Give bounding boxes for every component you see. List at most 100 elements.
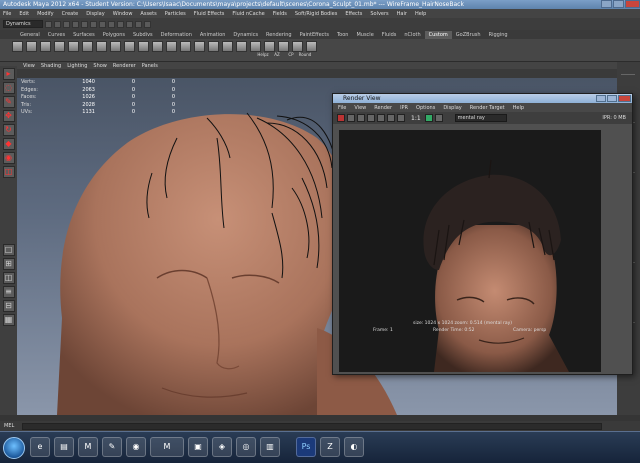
shelf-tool-icon[interactable]	[124, 41, 135, 52]
panel-menu-lighting[interactable]: Lighting	[67, 63, 87, 69]
layout-hypershade-icon[interactable]: ▦	[2, 314, 15, 326]
close-button[interactable]	[618, 95, 631, 102]
region-icon[interactable]	[367, 114, 375, 122]
tab-fluids[interactable]: Fluids	[378, 31, 401, 39]
app-icon[interactable]: ◈	[212, 437, 232, 457]
maya-window-icon[interactable]: M	[150, 437, 184, 457]
tab-general[interactable]: General	[16, 31, 44, 39]
layout-four-icon[interactable]: ⊞	[2, 258, 15, 270]
alpha-icon[interactable]	[397, 114, 405, 122]
layout-two-icon[interactable]: ◫	[2, 272, 15, 284]
shelf-tool-icon[interactable]	[222, 41, 233, 52]
menu-fluid-effects[interactable]: Fluid Effects	[194, 11, 225, 17]
rv-menu-render-target[interactable]: Render Target	[470, 105, 505, 111]
layout-graph-icon[interactable]: ⊟	[2, 300, 15, 312]
explorer-icon[interactable]: ▤	[54, 437, 74, 457]
menu-modify[interactable]: Modify	[37, 11, 54, 17]
panel-menu-view[interactable]: View	[23, 63, 35, 69]
select-object-icon[interactable]	[81, 20, 88, 28]
tab-polygons[interactable]: Polygons	[99, 31, 129, 39]
manipulator-icon[interactable]: ◉	[2, 152, 15, 164]
move-tool-icon[interactable]: ✥	[2, 110, 15, 122]
save-scene-icon[interactable]	[63, 20, 70, 28]
snapshot-icon[interactable]	[377, 114, 385, 122]
shelf-tool-icon[interactable]	[208, 41, 219, 52]
open-scene-icon[interactable]	[54, 20, 61, 28]
shelf-tool-icon[interactable]	[152, 41, 163, 52]
tab-subdivs[interactable]: Subdivs	[129, 31, 157, 39]
zbrush-icon[interactable]: Z	[320, 437, 340, 457]
mel-input[interactable]	[22, 422, 603, 430]
menu-particles[interactable]: Particles	[165, 11, 186, 17]
photoshop-icon[interactable]: Ps	[296, 437, 316, 457]
keep-image-icon[interactable]	[424, 114, 433, 122]
shelf-tool-icon[interactable]	[96, 41, 107, 52]
last-tool-icon[interactable]: ◫	[2, 166, 15, 178]
start-button[interactable]	[3, 437, 25, 459]
tab-muscle[interactable]: Muscle	[352, 31, 377, 39]
tab-curves[interactable]: Curves	[44, 31, 69, 39]
select-tool-icon[interactable]: ▸	[2, 68, 15, 80]
rv-menu-display[interactable]: Display	[443, 105, 461, 111]
new-scene-icon[interactable]	[45, 20, 52, 28]
rv-menu-view[interactable]: View	[354, 105, 366, 111]
shelf-tool-icon[interactable]	[292, 41, 303, 52]
redo-render-icon[interactable]	[337, 114, 345, 122]
minimize-button[interactable]	[596, 95, 606, 102]
remove-image-icon[interactable]	[434, 114, 443, 122]
mode-dropdown[interactable]: Dynamics	[3, 20, 43, 28]
shelf-tool-icon[interactable]	[306, 41, 317, 52]
paint-icon[interactable]: ✎	[102, 437, 122, 457]
tab-rigging[interactable]: Rigging	[485, 31, 512, 39]
panel-menu-renderer[interactable]: Renderer	[113, 63, 136, 69]
shelf-tool-icon[interactable]	[68, 41, 79, 52]
shelf-tool-icon[interactable]	[12, 41, 23, 52]
render-icon[interactable]	[126, 20, 133, 28]
rv-menu-options[interactable]: Options	[416, 105, 435, 111]
menu-hair[interactable]: Hair	[397, 11, 407, 17]
shelf-tool-icon[interactable]	[138, 41, 149, 52]
rotate-tool-icon[interactable]: ↻	[2, 124, 15, 136]
shelf-tool-icon[interactable]	[236, 41, 247, 52]
select-component-icon[interactable]	[90, 20, 97, 28]
menu-fluid-ncache[interactable]: Fluid nCache	[232, 11, 264, 17]
maya-icon[interactable]: M	[78, 437, 98, 457]
tab-custom[interactable]: Custom	[424, 31, 452, 39]
app-icon[interactable]: ▣	[188, 437, 208, 457]
shelf-tool-icon[interactable]	[54, 41, 65, 52]
shelf-tool-icon[interactable]	[180, 41, 191, 52]
lasso-tool-icon[interactable]: ◌	[2, 82, 15, 94]
rv-menu-help[interactable]: Help	[513, 105, 524, 111]
tab-deformation[interactable]: Deformation	[157, 31, 196, 39]
menu-effects[interactable]: Effects	[345, 11, 362, 17]
real-size-ratio[interactable]: 1:1	[411, 115, 421, 122]
app-icon[interactable]: ◐	[344, 437, 364, 457]
snap-grid-icon[interactable]	[99, 20, 106, 28]
scale-tool-icon[interactable]: ◆	[2, 138, 15, 150]
paint-select-icon[interactable]: ✎	[2, 96, 15, 108]
ipr-render-icon[interactable]	[135, 20, 142, 28]
shelf-tool-icon[interactable]	[250, 41, 261, 52]
rv-menu-render[interactable]: Render	[374, 105, 392, 111]
shelf-tool-icon[interactable]	[166, 41, 177, 52]
renderer-dropdown[interactable]: mental ray	[454, 114, 507, 122]
menu-edit[interactable]: Edit	[19, 11, 29, 17]
tab-toon[interactable]: Toon	[333, 31, 353, 39]
refresh-icon[interactable]	[357, 114, 365, 122]
close-button[interactable]	[625, 0, 640, 8]
shelf-tool-icon[interactable]	[278, 41, 289, 52]
panel-menu-show[interactable]: Show	[93, 63, 107, 69]
snap-point-icon[interactable]	[117, 20, 124, 28]
chrome-icon[interactable]: ◉	[126, 437, 146, 457]
menu-window[interactable]: Window	[113, 11, 133, 17]
panel-menu-panels[interactable]: Panels	[142, 63, 158, 69]
app-icon[interactable]: ▥	[260, 437, 280, 457]
maximize-button[interactable]	[613, 0, 624, 8]
menu-soft-rigid[interactable]: Soft/Rigid Bodies	[295, 11, 337, 17]
shelf-tool-icon[interactable]	[110, 41, 121, 52]
minimize-button[interactable]	[601, 0, 612, 8]
shelf-tool-icon[interactable]	[82, 41, 93, 52]
shelf-tool-icon[interactable]	[40, 41, 51, 52]
layout-outliner-icon[interactable]: ≡	[2, 286, 15, 298]
shelf-tool-icon[interactable]	[264, 41, 275, 52]
